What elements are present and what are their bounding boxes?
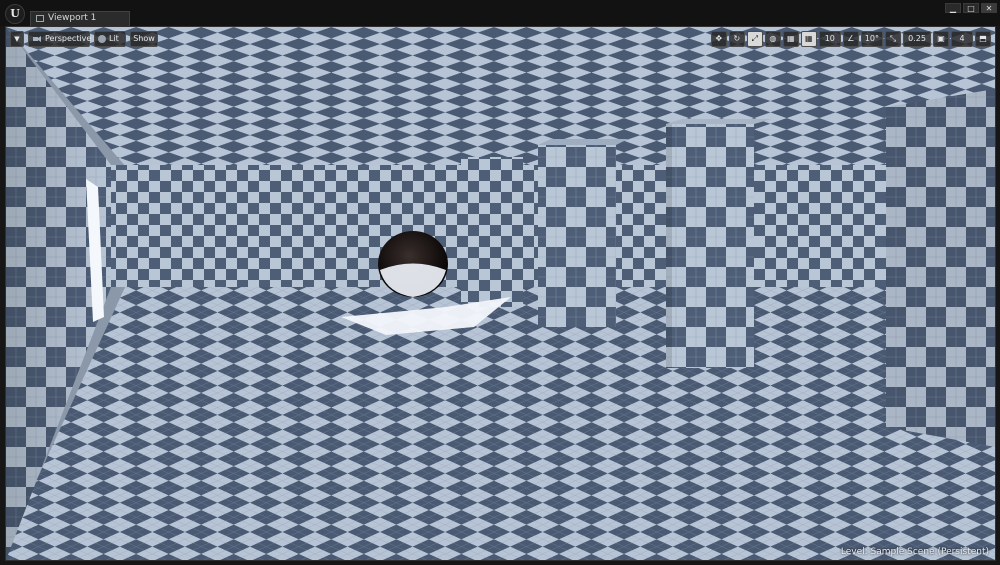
scene-render[interactable]	[6, 27, 995, 560]
lit-label: Lit	[109, 34, 119, 43]
title-bar: U Viewport 1 ▁ □ ✕	[0, 0, 1000, 26]
level-name-label: Level: Sample Scene (Persistent)	[840, 547, 989, 557]
viewport-tab-icon	[36, 15, 44, 22]
rotate-snap-value[interactable]: 10°	[860, 31, 883, 47]
lit-view-mode-button[interactable]: Lit	[94, 31, 126, 47]
pillar-right	[666, 124, 754, 368]
scale-icon[interactable]: ⤢	[746, 31, 763, 47]
maximize-viewport-icon[interactable]: ⬒	[975, 31, 991, 47]
lit-sphere-icon	[98, 35, 106, 43]
unreal-engine-logo[interactable]: U	[5, 4, 25, 24]
window-controls: ▁ □ ✕	[945, 3, 997, 13]
rotate-snap-icon[interactable]: ∠	[842, 31, 859, 47]
tab-label: Viewport 1	[48, 13, 97, 23]
ceiling	[6, 27, 995, 167]
perspective-label: Perspective	[45, 34, 92, 43]
show-flags-button[interactable]: Show	[130, 31, 158, 47]
close-button[interactable]: ✕	[981, 3, 997, 13]
pillar-center	[538, 145, 616, 327]
level-viewport[interactable]: ▼ Perspective Lit Show ✥ ↻ ⤢ ◍ ▦ ▦ 10 ∠ …	[5, 26, 996, 561]
editor-window: U Viewport 1 ▁ □ ✕ ▼ Perspective Lit Sho…	[0, 0, 1000, 565]
camera-speed-icon[interactable]: ▣	[933, 31, 949, 47]
world-coordinates-icon[interactable]: ◍	[764, 31, 781, 47]
transform-toolbar: ✥ ↻ ⤢ ◍ ▦ ▦ 10 ∠ 10° ⤡ 0.25 ▣ 4 ⬒	[710, 31, 991, 47]
camera-speed-value[interactable]: 4	[951, 31, 973, 47]
scale-snap-icon[interactable]: ⤡	[885, 31, 901, 47]
translate-icon[interactable]: ✥	[710, 31, 727, 47]
maximize-button[interactable]: □	[963, 3, 979, 13]
viewport-options-dropdown[interactable]: ▼	[10, 31, 24, 47]
minimize-button[interactable]: ▁	[945, 3, 961, 13]
scale-snap-value[interactable]: 0.25	[903, 31, 931, 47]
perspective-button[interactable]: Perspective	[28, 31, 92, 47]
floor	[6, 285, 995, 560]
pillar-far	[461, 157, 523, 307]
tab-viewport-1[interactable]: Viewport 1	[30, 11, 130, 26]
surface-snap-icon[interactable]: ▦	[782, 31, 799, 47]
camera-perspective-icon	[33, 36, 41, 42]
grid-snap-icon[interactable]: ▦	[800, 31, 817, 47]
rotate-icon[interactable]: ↻	[728, 31, 745, 47]
grid-snap-value[interactable]: 10	[818, 31, 841, 47]
